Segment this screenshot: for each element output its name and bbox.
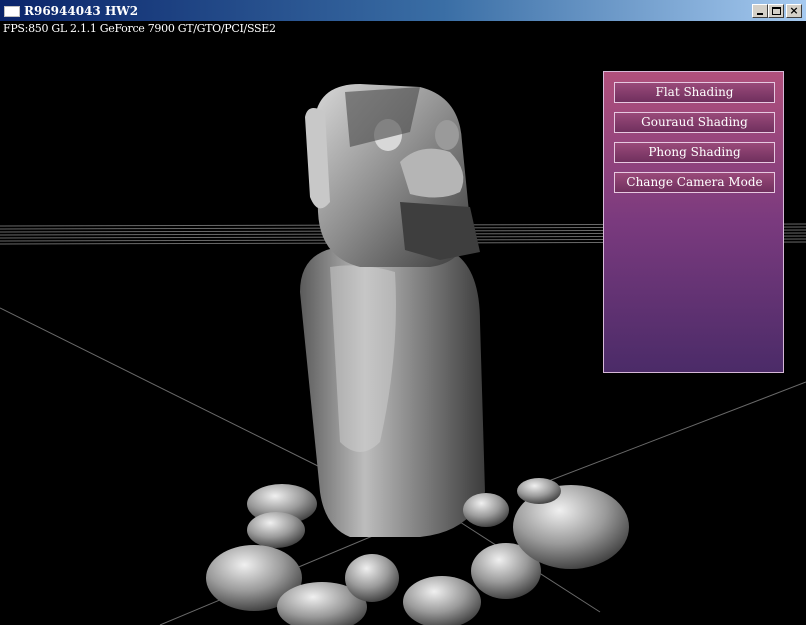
phong-shading-button[interactable]: Phong Shading xyxy=(614,142,775,163)
title-bar[interactable]: R96944043 HW2 × xyxy=(0,0,806,22)
gouraud-shading-button[interactable]: Gouraud Shading xyxy=(614,112,775,133)
window-icon[interactable] xyxy=(4,6,20,17)
minimize-button[interactable] xyxy=(752,4,768,18)
close-button[interactable]: × xyxy=(786,4,802,18)
minimize-icon xyxy=(757,13,763,15)
moai-statue xyxy=(300,84,485,537)
close-icon: × xyxy=(789,4,799,17)
maximize-icon xyxy=(772,7,781,15)
fps-overlay: FPS:850 GL 2.1.1 GeForce 7900 GT/GTO/PCI… xyxy=(3,22,276,35)
flat-shading-button[interactable]: Flat Shading xyxy=(614,82,775,103)
app-window: R96944043 HW2 × FPS:850 GL 2.1.1 GeForce… xyxy=(0,0,806,625)
change-camera-mode-button[interactable]: Change Camera Mode xyxy=(614,172,775,193)
gl-viewport[interactable]: FPS:850 GL 2.1.1 GeForce 7900 GT/GTO/PCI… xyxy=(0,22,806,625)
window-title: R96944043 HW2 xyxy=(24,4,139,18)
maximize-button[interactable] xyxy=(768,4,784,18)
shading-panel: Flat Shading Gouraud Shading Phong Shadi… xyxy=(603,71,784,373)
